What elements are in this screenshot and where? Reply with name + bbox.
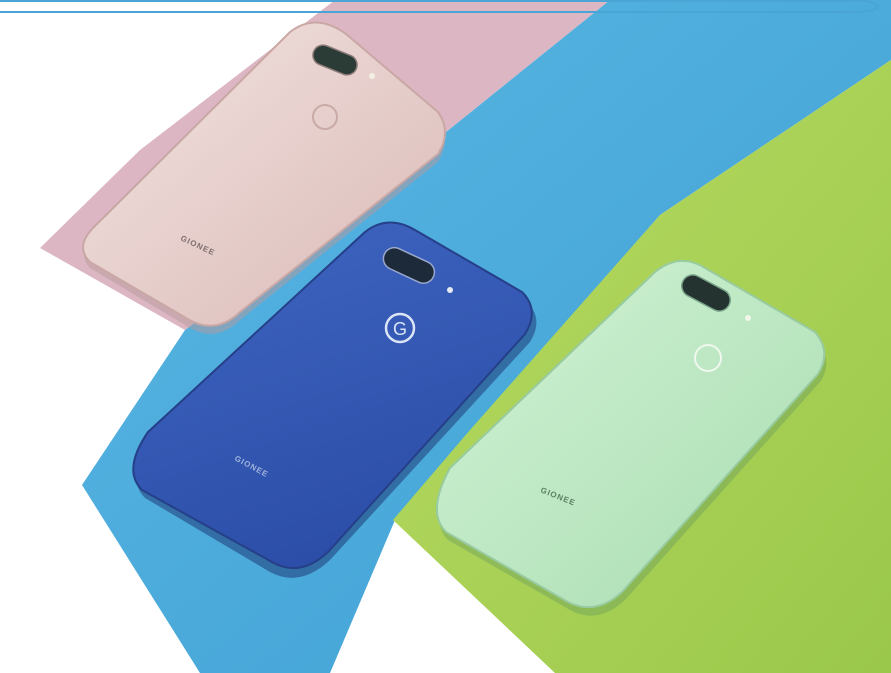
photo-scene: GIONEE G GIONEE GIONEE xyxy=(0,0,891,673)
phone-pink-flash xyxy=(369,73,375,79)
scene-svg: GIONEE G GIONEE GIONEE xyxy=(0,0,891,673)
phone-blue-flash xyxy=(447,287,453,293)
phone-green-flash xyxy=(745,315,751,321)
phone-blue-logo-glyph: G xyxy=(393,319,407,339)
